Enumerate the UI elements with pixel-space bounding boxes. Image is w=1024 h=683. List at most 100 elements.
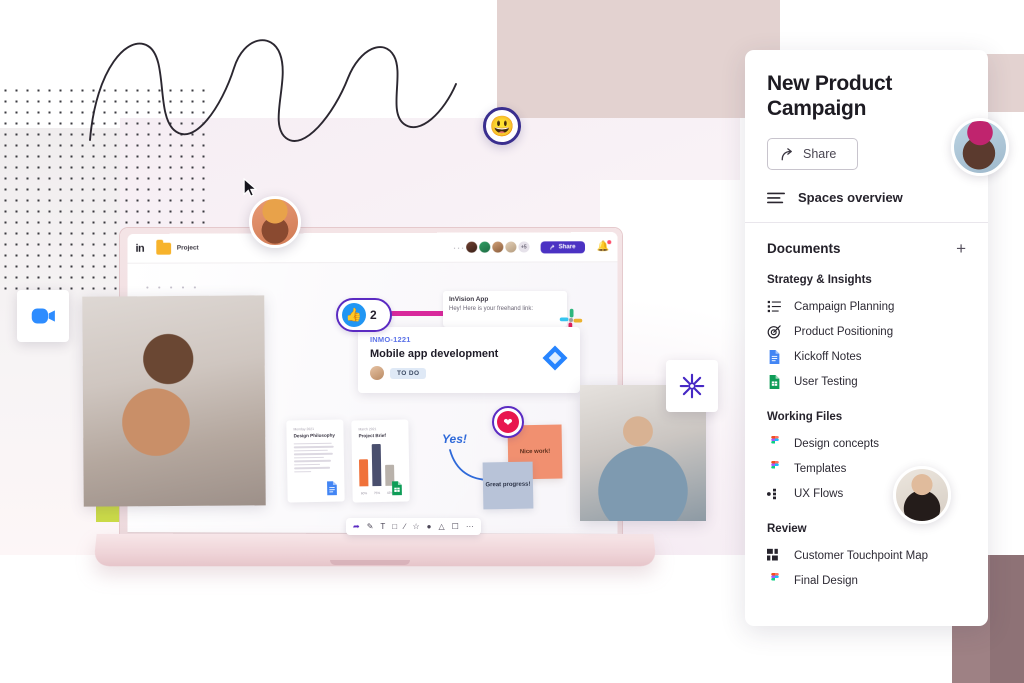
sticky-note-blue-text: Great progress!: [485, 482, 531, 489]
comment-tool-icon[interactable]: ☆: [412, 522, 419, 531]
bar-chart: [358, 443, 395, 487]
cursor-pointer-canvas: [243, 178, 258, 197]
invision-asterisk-icon: [679, 373, 705, 399]
app-bar-right: ··· +5 Share 🔔: [453, 240, 612, 254]
figma-icon: [767, 436, 782, 451]
like-count: 2: [370, 308, 377, 322]
avatar-smiling[interactable]: [893, 466, 951, 524]
laptop-notch: [330, 560, 410, 565]
bar-chart-labels: 60% 75% 43%: [360, 491, 395, 496]
collaborator-avatar[interactable]: [478, 240, 492, 254]
jira-status-badge[interactable]: TO DO: [390, 367, 427, 379]
invision-app-chip[interactable]: [666, 360, 718, 412]
figma-icon: [767, 461, 782, 476]
group-label-review: Review: [767, 523, 807, 536]
avatar-braids[interactable]: [951, 118, 1009, 176]
doc-item-kickoff-notes[interactable]: Kickoff Notes: [745, 344, 988, 369]
bar-label: 75%: [373, 491, 381, 496]
pen-tool-icon[interactable]: ✎: [367, 522, 374, 531]
heart-reaction-badge[interactable]: ❤: [492, 406, 524, 438]
panel-header: New Product Campaign Share Spaces overvi…: [745, 50, 988, 222]
share-arrow-icon: [781, 147, 792, 161]
avatar-headwrap[interactable]: [249, 196, 301, 248]
invision-logo: in: [135, 242, 145, 255]
doc-item-label: User Testing: [794, 375, 858, 388]
grid-blocks-icon: [767, 548, 782, 563]
laptop-share-button[interactable]: Share: [540, 240, 585, 253]
doc-card-date: Monday 2021: [293, 427, 315, 432]
doc-card-body-lines: [293, 442, 338, 473]
collaborator-overflow-count[interactable]: +5: [517, 240, 531, 254]
emoji-reaction-badge[interactable]: 😃: [483, 107, 521, 145]
spaces-panel: New Product Campaign Share Spaces overvi…: [745, 50, 988, 626]
doc-item-label: Templates: [794, 462, 847, 475]
folder-icon: [156, 242, 171, 255]
doc-item-design-concepts[interactable]: Design concepts: [745, 431, 988, 456]
invision-message-card[interactable]: InVision App Hey! Here is your freehand …: [443, 291, 567, 327]
doc-item-ux-flows[interactable]: UX Flows: [745, 481, 988, 506]
share-button[interactable]: Share: [767, 138, 858, 171]
target-icon: [767, 324, 782, 339]
google-sheets-icon: [392, 481, 402, 496]
laptop-share-label: Share: [558, 243, 576, 250]
thumbs-up-icon: 👍: [342, 303, 366, 327]
collaborator-avatar[interactable]: [504, 240, 518, 254]
background-pink-block-right: [985, 54, 1024, 112]
checklist-icon: [767, 299, 782, 314]
line-tool-icon[interactable]: ∕: [404, 522, 405, 531]
doc-item-label: Kickoff Notes: [794, 350, 862, 363]
rectangle-tool-icon[interactable]: □: [392, 522, 397, 531]
sticky-note-orange-text: Nice work!: [519, 448, 551, 456]
app-top-bar: in Project ··· +5 Share 🔔: [127, 232, 618, 264]
google-docs-icon: [327, 481, 337, 496]
add-document-button[interactable]: +: [956, 240, 966, 257]
message-app-name: InVision App: [449, 296, 489, 303]
shape-tool-icon[interactable]: △: [439, 522, 445, 531]
doc-card-design-philosophy[interactable]: Monday 2021 Design Philosophy: [286, 419, 345, 503]
doc-item-label: Final Design: [794, 574, 858, 587]
spaces-overview-label: Spaces overview: [798, 190, 903, 206]
yes-annotation: Yes!: [442, 432, 467, 446]
doc-card-project-brief[interactable]: March 2021 Project Brief 60% 75% 43%: [351, 419, 410, 503]
documents-header: Documents +: [745, 223, 988, 257]
photo-woman-smiling: [82, 295, 266, 507]
doc-item-label: Campaign Planning: [794, 300, 895, 313]
google-docs-icon: [767, 349, 782, 364]
doc-item-user-testing[interactable]: User Testing: [745, 369, 988, 394]
like-reaction-badge[interactable]: 👍 2: [336, 298, 392, 332]
canvas-toolbar[interactable]: ➦ ✎ T □ ∕ ☆ ● △ ☐ ···: [346, 518, 481, 535]
jira-icon: [542, 345, 568, 371]
google-sheets-icon: [767, 374, 782, 389]
share-arrow-icon: [550, 244, 556, 250]
collaborator-avatar[interactable]: [491, 240, 505, 254]
background-pink-block-top: [497, 0, 780, 118]
doc-item-product-positioning[interactable]: Product Positioning: [745, 319, 988, 344]
spaces-overview-row[interactable]: Spaces overview: [767, 190, 966, 222]
doc-card-title: Design Philosophy: [293, 432, 335, 439]
doc-item-label: UX Flows: [794, 487, 844, 500]
text-tool-icon[interactable]: T: [380, 522, 385, 531]
doc-item-label: Product Positioning: [794, 325, 894, 338]
heart-icon: ❤: [497, 411, 519, 433]
overflow-menu-icon[interactable]: ···: [453, 242, 465, 252]
zoom-app-chip[interactable]: [17, 290, 69, 342]
more-tools-icon[interactable]: ···: [466, 522, 474, 531]
cursor-tool-icon[interactable]: ➦: [353, 522, 360, 531]
figma-icon: [767, 573, 782, 588]
jira-issue-title: Mobile app development: [370, 348, 499, 360]
frame-tool-icon[interactable]: ☐: [452, 522, 459, 531]
bell-icon[interactable]: 🔔: [597, 240, 612, 252]
doc-item-customer-touchpoint-map[interactable]: Customer Touchpoint Map: [745, 543, 988, 568]
group-label-strategy: Strategy & Insights: [767, 274, 872, 287]
sticky-note-blue[interactable]: Great progress!: [482, 461, 534, 510]
jira-issue-card[interactable]: INMO-1221 Mobile app development TO DO: [358, 327, 580, 393]
group-label-working-files: Working Files: [767, 411, 843, 424]
doc-item-final-design[interactable]: Final Design: [745, 568, 988, 593]
doc-item-label: Design concepts: [794, 437, 880, 450]
flow-diagram-icon: [767, 486, 782, 501]
sticker-tool-icon[interactable]: ●: [427, 522, 432, 531]
jira-assignee-avatar[interactable]: [370, 366, 384, 380]
doc-item-campaign-planning[interactable]: Campaign Planning: [745, 294, 988, 319]
doc-item-templates[interactable]: Templates: [745, 456, 988, 481]
collaborator-avatar[interactable]: [465, 240, 479, 254]
